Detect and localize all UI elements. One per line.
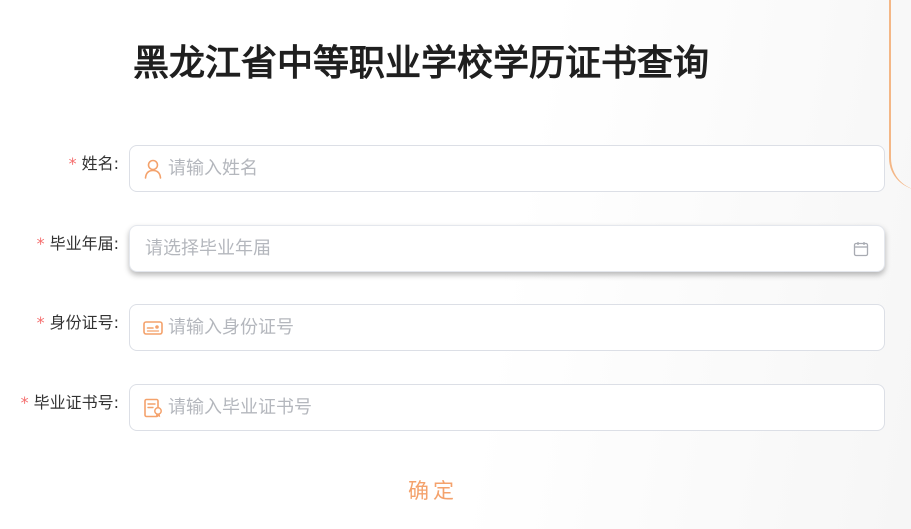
confirm-button[interactable]: 确定 <box>380 470 486 510</box>
field-label-certificate-number: * 毕业证书号: <box>21 384 119 434</box>
id-number-input-wrapper[interactable] <box>129 304 885 351</box>
certificate-number-input-wrapper[interactable] <box>129 384 885 431</box>
user-icon <box>143 159 163 179</box>
name-input[interactable] <box>168 146 884 191</box>
required-mark: * <box>36 234 45 253</box>
graduation-year-input[interactable] <box>130 226 852 271</box>
field-label-name: * 姓名: <box>69 145 119 195</box>
id-card-icon <box>143 318 163 338</box>
certificate-number-input[interactable] <box>168 385 884 430</box>
form-row-graduation-year: * 毕业年届: <box>0 225 911 275</box>
name-input-wrapper[interactable] <box>129 145 885 192</box>
label-text: 姓名: <box>81 154 119 173</box>
label-text: 毕业年届: <box>49 234 119 253</box>
calendar-icon[interactable] <box>852 240 870 258</box>
field-label-graduation-year: * 毕业年届: <box>37 225 119 275</box>
query-page: 黑龙江省中等职业学校学历证书查询 *姓名: *毕业年届: <box>0 0 911 529</box>
form-row-name: * 姓名: <box>0 145 911 195</box>
form-row-certificate-number: * 毕业证书号: <box>0 384 911 434</box>
label-text: 身份证号: <box>49 313 119 332</box>
required-mark: * <box>68 154 77 173</box>
page-title: 黑龙江省中等职业学校学历证书查询 <box>133 43 710 84</box>
id-number-input[interactable] <box>168 305 884 350</box>
field-label-id-number: * 身份证号: <box>37 304 119 354</box>
label-text: 毕业证书号: <box>33 393 119 412</box>
graduation-year-picker[interactable] <box>129 225 885 272</box>
certificate-icon <box>143 398 163 418</box>
required-mark: * <box>20 393 29 412</box>
required-mark: * <box>36 313 45 332</box>
form-row-id-number: * 身份证号: <box>0 304 911 354</box>
